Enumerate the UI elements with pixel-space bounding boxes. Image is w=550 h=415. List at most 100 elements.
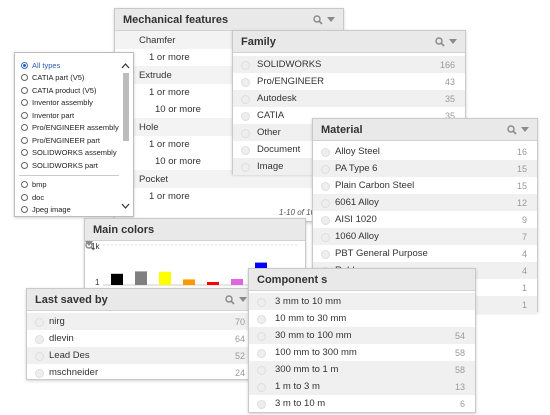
family-item[interactable]: Pro/ENGINEER 43: [233, 73, 465, 90]
item-label: PBT General Purpose: [335, 248, 428, 259]
item-count: 58: [454, 347, 465, 358]
type-option[interactable]: Inventor part: [15, 109, 133, 122]
pager-text: 1-10 of 16: [278, 208, 315, 217]
radio-icon[interactable]: [21, 181, 28, 189]
radio-icon[interactable]: [21, 74, 28, 82]
y-tick-top: 1k: [91, 242, 100, 251]
extension-option[interactable]: Jpeg image: [15, 204, 133, 217]
radio-icon[interactable]: [21, 149, 28, 157]
bullet-icon: [321, 216, 330, 225]
color-bar-magenta[interactable]: [231, 279, 243, 285]
item-count: 64: [234, 333, 245, 344]
radio-icon[interactable]: [21, 61, 28, 69]
color-bar-black[interactable]: [111, 273, 123, 285]
item-label: 10 mm to 30 mm: [275, 313, 347, 324]
last-saved-item[interactable]: nirg 70: [27, 313, 255, 330]
item-count: 7: [521, 231, 527, 242]
chevron-down-icon[interactable]: [521, 126, 529, 133]
component-size-item[interactable]: 10 mm to 30 mm: [249, 310, 475, 327]
family-item[interactable]: SOLIDWORKS 166: [233, 56, 465, 73]
item-count: 12: [516, 197, 527, 208]
type-option[interactable]: Inventor assembly: [15, 97, 133, 110]
radio-icon[interactable]: [21, 206, 28, 214]
item-label: SOLIDWORKS: [257, 59, 322, 70]
bullet-icon: [257, 383, 266, 392]
chevron-down-icon[interactable]: [239, 296, 247, 303]
panel-title: Main colors: [93, 223, 155, 236]
type-option-all[interactable]: All types: [15, 59, 133, 72]
search-icon[interactable]: [225, 294, 235, 305]
component-size-item[interactable]: 30 mm to 100 mm 54: [249, 327, 475, 344]
material-item[interactable]: Alloy Steel 16: [313, 143, 537, 160]
panel-title: Family: [241, 35, 276, 48]
bullet-icon: [35, 335, 44, 344]
extension-option[interactable]: bmp: [15, 179, 133, 192]
type-option[interactable]: Pro/ENGINEER assembly: [15, 122, 133, 135]
item-count: 15: [516, 180, 527, 191]
material-item[interactable]: 6061 Alloy 12: [313, 194, 537, 211]
item-count: 15: [516, 163, 527, 174]
radio-icon[interactable]: [21, 136, 28, 144]
material-item[interactable]: Plain Carbon Steel 15: [313, 177, 537, 194]
material-item[interactable]: PBT General Purpose 4: [313, 245, 537, 262]
divider: [19, 174, 119, 176]
bullet-icon: [257, 366, 266, 375]
feature-filter-item[interactable]: 1 or more: [115, 188, 343, 205]
chevron-down-icon[interactable]: [327, 16, 335, 23]
extension-option[interactable]: doc: [15, 191, 133, 204]
type-option[interactable]: SOLIDWORKS assembly: [15, 147, 133, 160]
search-icon[interactable]: [313, 14, 323, 25]
bullet-icon: [321, 182, 330, 191]
type-option[interactable]: CATIA product (V5): [15, 84, 133, 97]
bullet-icon: [35, 318, 44, 327]
item-label: 1060 Alloy: [335, 231, 379, 242]
bullet-icon: [241, 78, 250, 87]
item-label: AISI 1020: [335, 214, 377, 225]
bullet-icon: [241, 61, 250, 70]
item-count: 4: [521, 248, 527, 259]
component-size-item[interactable]: 3 m to 10 m 6: [249, 395, 475, 412]
last-saved-item[interactable]: Lead Des 52: [27, 347, 255, 364]
color-bar-gray[interactable]: [135, 271, 147, 285]
bullet-icon: [241, 95, 250, 104]
search-icon[interactable]: [435, 36, 445, 47]
material-item[interactable]: PA Type 6 15: [313, 160, 537, 177]
radio-icon[interactable]: [21, 86, 28, 94]
type-option[interactable]: SOLIDWORKS part: [15, 159, 133, 172]
color-bar-orange[interactable]: [183, 279, 195, 285]
panel-title: Component s: [257, 273, 328, 286]
scrollbar-thumb[interactable]: [123, 73, 129, 141]
radio-icon[interactable]: [21, 111, 28, 119]
component-size-item[interactable]: 100 mm to 300 mm 58: [249, 344, 475, 361]
family-item[interactable]: Autodesk 35: [233, 90, 465, 107]
material-item[interactable]: 1060 Alloy 7: [313, 228, 537, 245]
radio-icon[interactable]: [21, 124, 28, 132]
bullet-icon: [257, 349, 266, 358]
component-size-item[interactable]: 300 mm to 1 m 58: [249, 361, 475, 378]
bullet-icon: [257, 400, 266, 409]
component-size-item[interactable]: 3 mm to 10 mm: [249, 293, 475, 310]
chevron-down-icon[interactable]: [449, 38, 457, 45]
bullet-icon: [241, 112, 250, 121]
item-count: 166: [439, 59, 455, 70]
radio-icon[interactable]: [21, 99, 28, 107]
material-item[interactable]: AISI 1020 9: [313, 211, 537, 228]
item-label: 100 mm to 300 mm: [275, 347, 357, 358]
radio-icon[interactable]: [21, 193, 28, 201]
item-count: 35: [444, 93, 455, 104]
bullet-icon: [241, 129, 250, 138]
search-icon[interactable]: [507, 124, 517, 135]
last-saved-item[interactable]: mschneider 24: [27, 364, 255, 381]
color-bar-red[interactable]: [207, 282, 219, 285]
color-bar-yellow[interactable]: [159, 271, 171, 285]
panel-header: Last saved by: [27, 289, 255, 311]
type-option[interactable]: CATIA part (V5): [15, 72, 133, 85]
type-option[interactable]: Pro/ENGINEER part: [15, 134, 133, 147]
item-label: 6061 Alloy: [335, 197, 379, 208]
component-size-item[interactable]: 1 m to 3 m 13: [249, 378, 475, 395]
radio-icon[interactable]: [21, 161, 28, 169]
item-label: Alloy Steel: [335, 146, 380, 157]
last-saved-item[interactable]: dlevin 64: [27, 330, 255, 347]
panel-title: Mechanical features: [123, 13, 229, 26]
panel-header: Main colors: [85, 219, 305, 251]
